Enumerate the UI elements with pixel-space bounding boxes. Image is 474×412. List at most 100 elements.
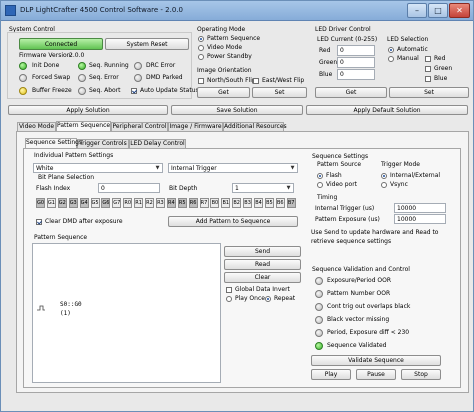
led-green-checkbox[interactable]: Green: [425, 65, 465, 73]
source-flash-radio[interactable]: Flash: [317, 172, 357, 180]
play-once-radio[interactable]: Play Once: [226, 295, 265, 303]
save-solution-button[interactable]: Save Solution: [171, 105, 303, 115]
apply-solution-button[interactable]: Apply Solution: [8, 105, 168, 115]
bit-plane-selector: G0 G1 G2 G3 G4 G5 G6 G7 R0 R1 R2 R3 R4 R5 R6 R7 B0 B1 B2 B3…: [36, 198, 298, 208]
bit-plane-b4[interactable]: B4: [254, 198, 263, 208]
east-west-flip-checkbox[interactable]: East/West Flip: [253, 77, 309, 85]
trigger-internal-external-radio[interactable]: Internal/External: [381, 172, 457, 180]
validate-sequence-button[interactable]: Validate Sequence: [311, 355, 441, 366]
global-data-invert-checkbox[interactable]: Global Data Invert: [226, 286, 296, 294]
indicator-label: Seq. Running: [89, 62, 129, 69]
tab-pattern-sequence[interactable]: Pattern Sequence: [56, 121, 111, 131]
led-get-label: Get: [345, 89, 357, 96]
read-label: Read: [254, 261, 271, 268]
tab-peripheral-control[interactable]: Peripheral Control: [111, 122, 168, 131]
bit-plane-b0[interactable]: B0: [210, 198, 220, 208]
repeat-radio[interactable]: Repeat: [265, 295, 301, 303]
led-set-button[interactable]: Set: [389, 87, 469, 98]
pattern-sequence-list[interactable]: S0::G0 (1): [32, 243, 221, 383]
sequence-entry-name[interactable]: S0::G0: [60, 301, 82, 309]
clear-dmd-checkbox[interactable]: Clear DMD after exposure: [36, 218, 123, 226]
bit-plane-g4[interactable]: G4: [79, 198, 89, 208]
tab-sequence-settings[interactable]: Sequence Settings: [25, 138, 82, 148]
orientation-set-button[interactable]: Set: [252, 87, 307, 98]
bit-plane-b3[interactable]: B3: [243, 198, 253, 208]
pause-button[interactable]: Pause: [356, 369, 396, 380]
bit-plane-b1[interactable]: B1: [221, 198, 231, 208]
indicator-forced-swap: Forced Swap: [19, 74, 79, 83]
mode-option-video-mode[interactable]: Video Mode: [198, 44, 268, 52]
tab-image-firmware[interactable]: Image / Firmware: [168, 122, 223, 131]
sequence-entry-count: (1): [60, 310, 71, 317]
mode-option-pattern-sequence[interactable]: Pattern Sequence: [198, 35, 268, 43]
mode-option-power-standby[interactable]: Power Standby: [198, 53, 268, 61]
apply-default-label: Apply Default Solution: [353, 106, 421, 114]
led-automatic-radio[interactable]: Automatic: [388, 46, 428, 54]
led-red-checkbox[interactable]: Red: [425, 55, 465, 63]
validation-label: Sequence Validated: [327, 342, 387, 349]
bit-plane-g3[interactable]: G3: [68, 198, 78, 208]
bit-plane-r4[interactable]: R4: [166, 198, 176, 208]
led-blue-checkbox[interactable]: Blue: [425, 75, 465, 83]
validation-label: Exposure/Period OOR: [327, 277, 392, 284]
bit-plane-b5[interactable]: B5: [264, 198, 274, 208]
trigger-vsync-radio[interactable]: Vsync: [381, 181, 421, 189]
bit-plane-r2[interactable]: R2: [145, 198, 154, 208]
indicator-label: DMD Parked: [146, 74, 183, 81]
bit-plane-g0[interactable]: G0: [36, 198, 45, 208]
bit-plane-r5[interactable]: R5: [177, 198, 187, 208]
checkbox-icon: [425, 76, 431, 82]
app-icon: [5, 5, 16, 16]
pattern-exposure-input[interactable]: 10000: [394, 214, 446, 224]
clear-button[interactable]: Clear: [224, 272, 301, 283]
north-south-flip-checkbox[interactable]: North/South Flip: [198, 77, 256, 85]
tab-video-mode[interactable]: Video Mode: [17, 122, 56, 131]
auto-update-status-checkbox[interactable]: Auto Update Status: [131, 87, 199, 96]
bit-plane-b7[interactable]: B7: [286, 198, 296, 208]
orientation-get-button[interactable]: Get: [197, 87, 250, 98]
led-red-input[interactable]: 0: [337, 45, 375, 56]
connected-button[interactable]: Connected: [19, 38, 103, 50]
tab-led-delay-control[interactable]: LED Delay Control: [129, 139, 186, 148]
bit-plane-r1[interactable]: R1: [134, 198, 144, 208]
add-pattern-button[interactable]: Add Pattern to Sequence: [168, 216, 298, 227]
source-video-port-radio[interactable]: Video port: [317, 181, 363, 189]
pattern-trigger-select[interactable]: Internal Trigger ▼: [168, 163, 298, 173]
bit-plane-r3[interactable]: R3: [155, 198, 165, 208]
bit-plane-g6[interactable]: G6: [101, 198, 111, 208]
internal-trigger-input[interactable]: 10000: [394, 203, 446, 213]
bit-plane-r7[interactable]: R7: [199, 198, 209, 208]
flash-index-input[interactable]: 0: [98, 183, 160, 193]
bit-plane-g1[interactable]: G1: [46, 198, 56, 208]
bit-depth-select[interactable]: 1 ▼: [232, 183, 294, 193]
bit-plane-b6[interactable]: B6: [275, 198, 285, 208]
indicator-dmd-parked: DMD Parked: [134, 74, 190, 83]
bit-plane-g2[interactable]: G2: [57, 198, 67, 208]
tab-trigger-controls[interactable]: Trigger Controls: [77, 139, 129, 148]
bit-plane-r6[interactable]: R6: [188, 198, 198, 208]
checkbox-icon: [198, 78, 204, 84]
bit-plane-g7[interactable]: G7: [112, 198, 122, 208]
status-led-icon: [134, 62, 142, 70]
close-button[interactable]: ✕: [449, 3, 470, 18]
led-blue-input[interactable]: 0: [337, 69, 375, 80]
apply-default-solution-button[interactable]: Apply Default Solution: [306, 105, 468, 115]
read-button[interactable]: Read: [224, 259, 301, 270]
status-led-icon: [315, 290, 323, 298]
system-reset-button[interactable]: System Reset: [105, 38, 189, 50]
maximize-button[interactable]: □: [428, 3, 448, 18]
play-button[interactable]: Play: [311, 369, 351, 380]
indicator-drc-error: DRC Error: [134, 62, 190, 71]
led-manual-radio[interactable]: Manual: [388, 55, 426, 63]
pattern-color-select[interactable]: White ▼: [33, 163, 163, 173]
led-green-input[interactable]: 0: [337, 57, 375, 68]
bit-plane-g5[interactable]: G5: [90, 198, 100, 208]
bit-plane-b2[interactable]: B2: [232, 198, 242, 208]
bit-plane-r0[interactable]: R0: [123, 198, 133, 208]
status-led-icon: [315, 277, 323, 285]
send-button[interactable]: Send: [224, 246, 301, 257]
led-get-button[interactable]: Get: [315, 87, 387, 98]
tab-additional-resources[interactable]: Additional Resources: [223, 122, 287, 131]
stop-button[interactable]: Stop: [401, 369, 441, 380]
minimize-button[interactable]: –: [407, 3, 427, 18]
